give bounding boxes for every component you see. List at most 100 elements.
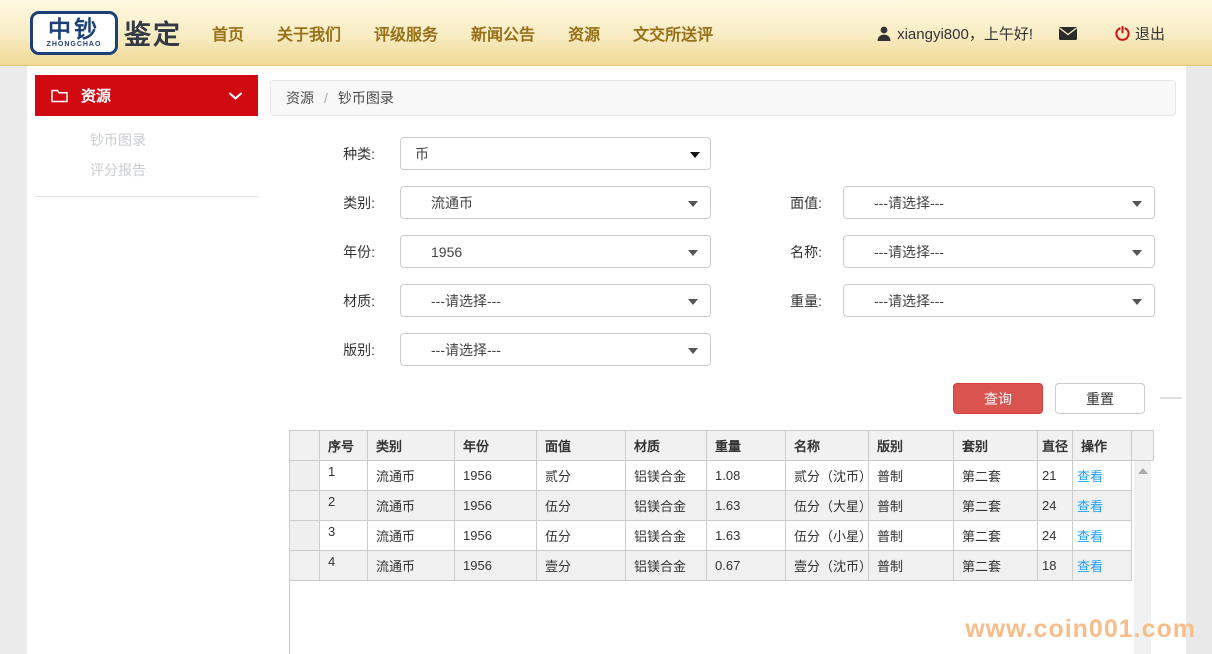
table-row: 4流通币1956壹分铝镁合金0.67壹分（沈币）普制第二套18查看 [290,551,1154,581]
sidebar-group-label: 资源 [81,85,229,106]
breadcrumb-separator: / [324,90,328,106]
search-button[interactable]: 查询 [953,383,1043,414]
main-nav: 首页 关于我们 评级服务 新闻公告 资源 文交所送评 [212,21,713,45]
table-cell: 流通币 [368,461,455,491]
table-cell: 铝镁合金 [626,461,707,491]
divider-dash [1160,397,1182,399]
filter-label-name: 名称: [777,242,822,262]
table-cell: 第二套 [954,551,1038,581]
category-select-value: 流通币 [401,193,473,213]
weight-select-value: ---请选择--- [844,291,944,311]
nav-item-news[interactable]: 新闻公告 [471,21,535,45]
category-select[interactable]: 流通币 [400,186,711,219]
table-row: 2流通币1956伍分铝镁合金1.63伍分（大星）普制第二套24查看 [290,491,1154,521]
table-cell: 1956 [455,461,537,491]
nav-item-exchange-submission[interactable]: 文交所送评 [633,21,713,45]
table-cell: 铝镁合金 [626,551,707,581]
logout-button[interactable]: 退出 [1115,23,1165,44]
table-cell: 伍分（大星） [786,491,869,521]
breadcrumb-root[interactable]: 资源 [286,88,314,108]
nav-item-grading-service[interactable]: 评级服务 [374,21,438,45]
logo-mark: 中钞 ZHONGCHAO [30,11,118,55]
nav-item-resources[interactable]: 资源 [568,21,600,45]
table-cell: 1.63 [707,491,786,521]
nav-item-home[interactable]: 首页 [212,21,244,45]
column-header: 材质 [626,431,707,461]
table-body: 1流通币1956贰分铝镁合金1.08贰分（沈币）普制第二套21查看2流通币195… [290,461,1154,581]
filter-row-edition: 版别: ---请选择--- [330,333,711,366]
breadcrumb-current: 钞币图录 [338,88,394,108]
action-cell: 查看 [1073,521,1132,551]
table-cell: 流通币 [368,491,455,521]
row-handle-header [290,431,320,461]
dropdown-caret-icon [688,299,698,305]
logo-subtitle-text: ZHONGCHAO [47,41,102,49]
filter-label-weight: 重量: [777,291,822,311]
table-cell: 流通币 [368,521,455,551]
scroll-up-icon [1138,468,1148,474]
year-select[interactable]: 1956 [400,235,711,268]
weight-select[interactable]: ---请选择--- [843,284,1155,317]
filter-row-name: 名称: ---请选择--- [777,235,1155,268]
view-link[interactable]: 查看 [1077,529,1103,544]
table-cell: 贰分（沈币） [786,461,869,491]
page-scroll-gutter[interactable] [1186,66,1212,654]
sidebar-item-grading-report[interactable]: 评分报告 [90,160,146,180]
edition-select-value: ---请选择--- [401,340,501,360]
breadcrumb: 资源 / 钞币图录 [270,80,1176,116]
name-select-value: ---请选择--- [844,242,944,262]
name-select[interactable]: ---请选择--- [843,235,1155,268]
column-header: 套别 [954,431,1038,461]
user-area: xiangyi800，上午好! 退出 [877,0,1165,66]
reset-button[interactable]: 重置 [1055,383,1145,414]
filter-label-year: 年份: [330,242,375,262]
table-cell: 1956 [455,551,537,581]
view-link[interactable]: 查看 [1077,559,1103,574]
table-cell: 24 [1038,491,1073,521]
row-handle [290,461,320,491]
dropdown-caret-icon [688,250,698,256]
logout-label: 退出 [1135,23,1165,44]
column-header: 序号 [320,431,368,461]
row-handle [290,551,320,581]
column-header: 版别 [869,431,954,461]
kind-select[interactable]: 币 [400,137,711,170]
table-cell: 第二套 [954,461,1038,491]
table-cell: 18 [1038,551,1073,581]
table-cell: 流通币 [368,551,455,581]
view-link[interactable]: 查看 [1077,499,1103,514]
sidebar-item-coin-catalog[interactable]: 钞币图录 [90,130,146,150]
table-cell: 21 [1038,461,1073,491]
action-cell: 查看 [1073,551,1132,581]
view-link[interactable]: 查看 [1077,469,1103,484]
logo-primary-text: 中钞 [48,17,100,41]
table-cell: 1956 [455,521,537,551]
filter-row-year: 年份: 1956 [330,235,711,268]
watermark: www.coin001.com [965,615,1196,644]
mail-icon[interactable] [1059,27,1077,40]
dropdown-caret-icon [1132,201,1142,207]
kind-select-value: 币 [401,144,429,164]
table-cell: 1956 [455,491,537,521]
results-table: 序号类别年份面值材质重量名称版别套别直径操作 1流通币1956贰分铝镁合金1.0… [289,430,1154,581]
denomination-select-value: ---请选择--- [844,193,944,213]
site-logo[interactable]: 中钞 ZHONGCHAO 鉴定 [30,11,182,55]
sidebar-group-resources[interactable]: 资源 [35,75,258,116]
column-header: 年份 [455,431,537,461]
table-cell: 24 [1038,521,1073,551]
sidebar-divider [35,196,258,197]
column-header: 重量 [707,431,786,461]
table-cell: 普制 [869,461,954,491]
nav-item-about[interactable]: 关于我们 [277,21,341,45]
table-cell: 普制 [869,551,954,581]
top-header: 中钞 ZHONGCHAO 鉴定 首页 关于我们 评级服务 新闻公告 资源 文交所… [0,0,1212,66]
denomination-select[interactable]: ---请选择--- [843,186,1155,219]
action-cell: 查看 [1073,491,1132,521]
filter-label-denomination: 面值: [777,193,822,213]
dropdown-caret-icon [1132,299,1142,305]
edition-select[interactable]: ---请选择--- [400,333,711,366]
column-header: 操作 [1073,431,1132,461]
material-select[interactable]: ---请选择--- [400,284,711,317]
filter-row-kind: 种类: 币 [330,137,711,170]
dropdown-caret-icon [1132,250,1142,256]
